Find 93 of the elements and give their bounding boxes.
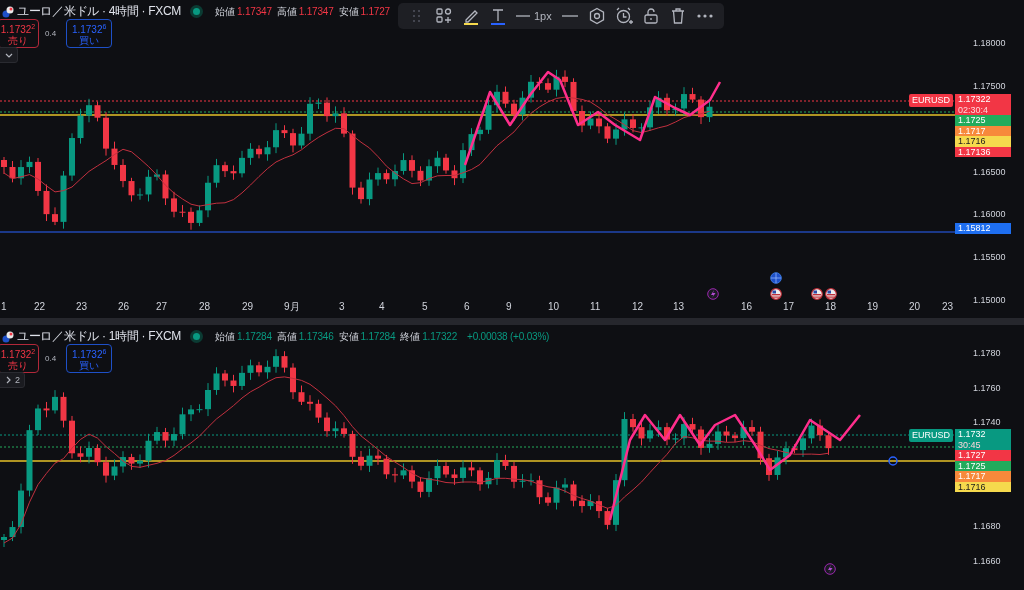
flag-icon[interactable] — [770, 288, 782, 300]
ohlc-value: 1.17284 — [237, 331, 272, 342]
date-label: 28 — [199, 301, 211, 313]
ohlc-label: 始値 — [215, 329, 235, 344]
ohlc-value: 1.17347 — [237, 6, 272, 17]
price-value: 1.1717 — [958, 471, 987, 482]
ohlc-label: 高値 — [276, 329, 297, 344]
settings-icon[interactable] — [587, 7, 606, 25]
date-label: 11 — [590, 301, 601, 313]
objects-icon[interactable] — [435, 7, 453, 25]
buy-button[interactable]: 1.1732$^{6}$ 買い — [66, 19, 113, 49]
date-label: 16 — [741, 301, 753, 313]
spread-value: 0.4 — [45, 29, 57, 39]
alarm-clock-icon[interactable] — [614, 7, 633, 25]
countdown-timer: 30:45 — [958, 439, 982, 450]
date-label: 27 — [156, 301, 168, 313]
price-value: 1.1717 — [958, 125, 987, 136]
price-value: 1.1716 — [958, 136, 987, 147]
price-label: 1.1740 — [973, 416, 1001, 430]
chevron-icon — [5, 51, 13, 59]
buy-button[interactable]: 1.1732$^{6}$ 買い — [66, 344, 113, 374]
date-label: 6 — [464, 301, 470, 313]
flag-icon[interactable] — [825, 288, 837, 300]
date-label: 29 — [242, 301, 254, 313]
ohlc-value: 1.17322 — [422, 331, 457, 342]
date-label: 23 — [942, 301, 954, 313]
ohlc-label: 安値 — [338, 329, 359, 344]
price-label: 1.17500 — [973, 79, 1006, 93]
price-value: 1.15812 — [958, 223, 992, 234]
price-label: 1.18000 — [973, 37, 1006, 50]
symbol-title[interactable]: ユーロ／米ドル · 4時間 · FXCM — [17, 3, 181, 20]
market-status-dot — [193, 333, 200, 340]
price-label: 1.16500 — [973, 165, 1006, 179]
price-label: 1.15500 — [973, 251, 1006, 265]
ohlc-label: 始値 — [215, 4, 235, 19]
price-value: 1.1732 — [958, 429, 987, 440]
price-label: 1.1760 — [973, 381, 1001, 395]
date-label: 17 — [783, 301, 795, 313]
flags-icon — [2, 5, 14, 18]
price-label: 1.1680 — [973, 520, 1001, 534]
ohlc-label: 終値 — [400, 329, 421, 344]
date-label: 9月 — [284, 301, 300, 313]
price-value: 1.1727 — [958, 450, 987, 461]
date-label: 23 — [76, 301, 88, 313]
spread-value: 0.4 — [45, 354, 57, 364]
lightning-icon[interactable] — [707, 288, 719, 300]
ohlc-value: 1.17347 — [298, 6, 334, 17]
price-value: 1.1725 — [958, 115, 987, 126]
collapse-button[interactable]: 2 — [0, 372, 25, 388]
price-value: 1.17136 — [958, 146, 992, 157]
line-width-button[interactable]: 1px — [516, 10, 552, 22]
ohlc-label: 安値 — [338, 4, 359, 19]
date-label: 22 — [34, 301, 46, 313]
ohlc-value: 1.1727 — [360, 6, 390, 17]
price-value: 1.17322 — [958, 94, 992, 105]
date-label: 1 — [1, 301, 7, 313]
date-label: 4 — [379, 301, 385, 313]
date-label: 12 — [632, 301, 644, 313]
price-label: 1.1780 — [973, 347, 1001, 360]
date-label: 13 — [673, 301, 685, 313]
price-label: 1.15000 — [973, 294, 1006, 307]
date-label: 20 — [909, 301, 921, 313]
symbol-tag: EURUSD — [909, 94, 953, 107]
price-change: +0.00038 (+0.03%) — [467, 331, 550, 342]
line-icon — [516, 14, 530, 18]
date-label: 26 — [118, 301, 130, 313]
unlock-icon[interactable] — [641, 7, 660, 25]
symbol-tag: EURUSD — [909, 429, 953, 442]
flags-icon — [2, 330, 14, 343]
ohlc-value: 1.17346 — [298, 331, 334, 342]
text-icon[interactable] — [489, 7, 507, 25]
globe-icon[interactable] — [770, 272, 782, 284]
price-label: 1.16000 — [973, 208, 1006, 222]
price-label: 1.1660 — [973, 555, 1001, 568]
ohlc-label: 高値 — [276, 4, 297, 19]
sell-button[interactable]: 1.1732$^{2}$ 売り — [0, 344, 39, 374]
chevron-icon — [5, 376, 13, 384]
date-label: 10 — [548, 301, 560, 313]
date-label: 19 — [867, 301, 879, 313]
ohlc-value: 1.17284 — [360, 331, 396, 342]
lightning-icon[interactable] — [824, 563, 836, 575]
sell-button[interactable]: 1.1732$^{2}$ 売り — [0, 19, 39, 49]
date-label: 3 — [339, 301, 345, 313]
date-label: 5 — [422, 301, 428, 313]
date-label: 9 — [506, 301, 512, 313]
symbol-title[interactable]: ユーロ／米ドル · 1時間 · FXCM — [17, 328, 181, 345]
price-value: 1.1716 — [958, 481, 987, 492]
price-value: 1.1725 — [958, 460, 987, 471]
market-status-dot — [193, 8, 200, 15]
flag-icon[interactable] — [811, 288, 823, 300]
date-label: 18 — [825, 301, 837, 313]
countdown-timer: 02:30:4 — [958, 104, 990, 115]
collapse-button[interactable] — [0, 47, 18, 63]
